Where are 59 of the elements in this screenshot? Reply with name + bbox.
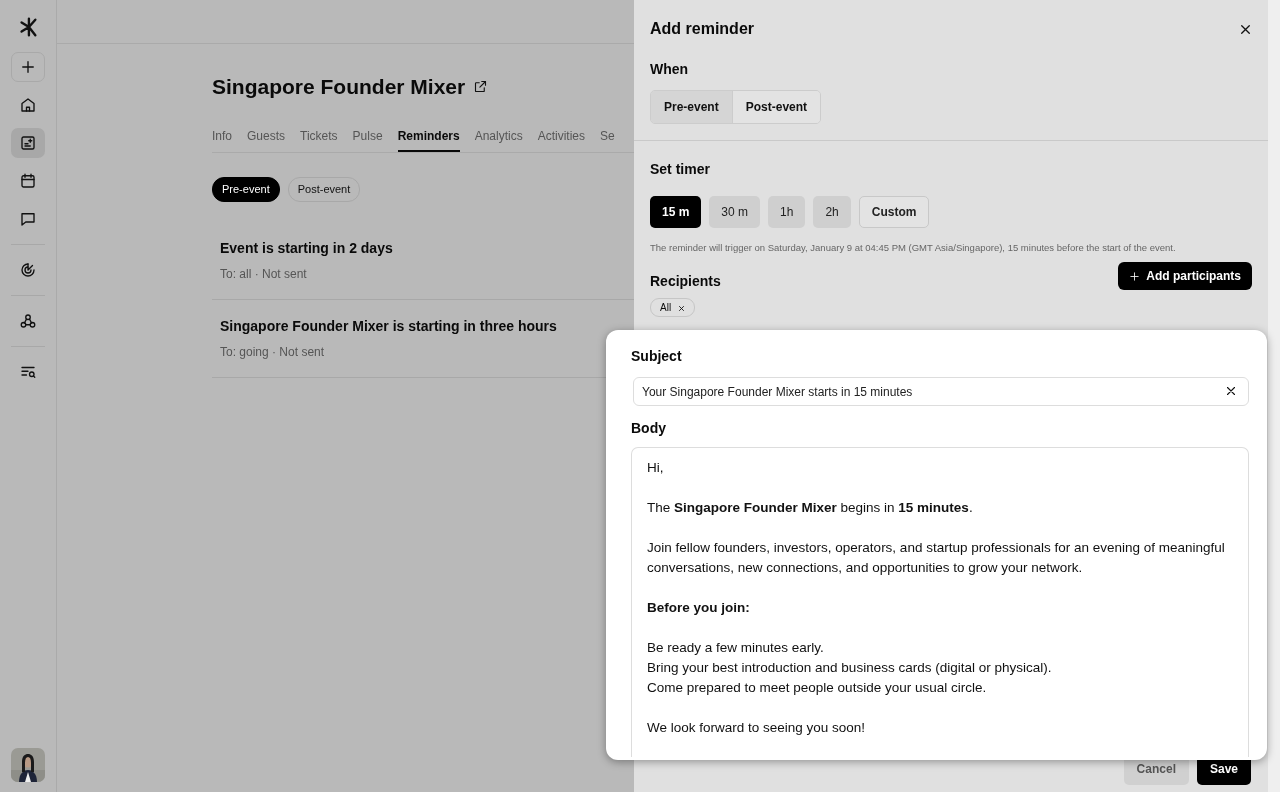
section-label: When xyxy=(650,60,690,79)
filter-pill[interactable]: Post-event xyxy=(287,177,361,202)
plus-icon xyxy=(19,58,37,76)
body-text: Before you join: xyxy=(647,599,751,617)
event-page-icon xyxy=(19,134,37,152)
body-text: Bring your best introduction and business cards (digital or physical). xyxy=(647,659,1053,677)
chat-icon xyxy=(19,210,37,228)
tab[interactable]: Guests xyxy=(247,127,286,153)
body-text: We look forward to seeing you soon! xyxy=(647,719,867,737)
chip-label: All xyxy=(660,301,672,316)
subject-field[interactable]: Your Singapore Founder Mixer starts in 15 minutes xyxy=(633,377,1249,406)
scrollbar[interactable] xyxy=(1268,0,1280,792)
chart-icon xyxy=(19,261,37,279)
tab[interactable]: Activities xyxy=(537,127,586,153)
drawer-title: Add reminder xyxy=(650,19,754,39)
segment-option[interactable]: Pre-event xyxy=(651,91,732,123)
webhook-icon xyxy=(19,312,37,330)
body-text: Join fellow founders, investors, operators, and startup professionals for an evening of meaningful conversations, new connections, and opportunities to grow your network. xyxy=(647,539,1226,577)
sidebar-item[interactable] xyxy=(11,52,45,82)
reminder-status: To: going · Not sent xyxy=(220,343,326,361)
sidebar-item[interactable] xyxy=(11,128,45,158)
body-text: The Singapore Founder Mixer begins in 15 minutes. xyxy=(647,499,974,517)
close-button[interactable] xyxy=(1239,22,1252,36)
tab[interactable]: Info xyxy=(212,127,232,153)
tab[interactable]: Pulse xyxy=(352,127,383,153)
logo[interactable] xyxy=(17,16,39,38)
tab[interactable]: Analytics xyxy=(474,127,523,153)
filter-pill[interactable]: Pre-event xyxy=(212,177,280,202)
add-participants-button[interactable]: Add participants xyxy=(1118,262,1252,291)
section-label: Recipients xyxy=(650,272,721,292)
body-text: Come prepared to meet people outside your usual circle. xyxy=(647,679,988,697)
calendar-icon xyxy=(19,172,37,190)
reminder-title[interactable]: Event is starting in 2 days xyxy=(220,237,626,259)
close-icon xyxy=(1225,385,1237,397)
plus-icon xyxy=(1129,270,1141,282)
reminder-status: To: all · Not sent xyxy=(220,265,308,283)
clear-button[interactable] xyxy=(1225,385,1237,397)
external-link-icon[interactable] xyxy=(473,79,489,95)
timer-hint: The reminder will trigger on Saturday, January 9 at 04:45 PM (GMT Asia/Singapore), 15 minutes before the start of the event. xyxy=(650,241,1177,255)
close-icon xyxy=(678,304,686,312)
timer-option[interactable]: 15 m xyxy=(650,196,702,228)
event-title: Singapore Founder Mixer xyxy=(212,74,466,100)
body-text: Hi, xyxy=(647,459,665,477)
timer-option[interactable]: 1h xyxy=(768,196,806,228)
field-label: Subject xyxy=(631,347,683,366)
tab[interactable]: Tickets xyxy=(300,127,338,153)
timer-option[interactable]: 30 m xyxy=(709,196,761,228)
tab[interactable]: Se xyxy=(600,127,615,153)
segment-option[interactable]: Post-event xyxy=(731,91,821,123)
close-icon xyxy=(1239,22,1252,36)
reminder-title[interactable]: Singapore Founder Mixer is starting in three hours xyxy=(220,315,626,337)
tab[interactable]: Reminders xyxy=(397,127,460,153)
timer-option[interactable]: Custom xyxy=(858,196,930,228)
home-icon xyxy=(19,96,37,114)
section-label: Set timer xyxy=(650,160,711,179)
body-editor[interactable] xyxy=(631,447,1249,757)
field-label: Body xyxy=(631,419,667,438)
timer-option[interactable]: 2h xyxy=(813,196,851,228)
body-text: Be ready a few minutes early. xyxy=(647,639,825,657)
